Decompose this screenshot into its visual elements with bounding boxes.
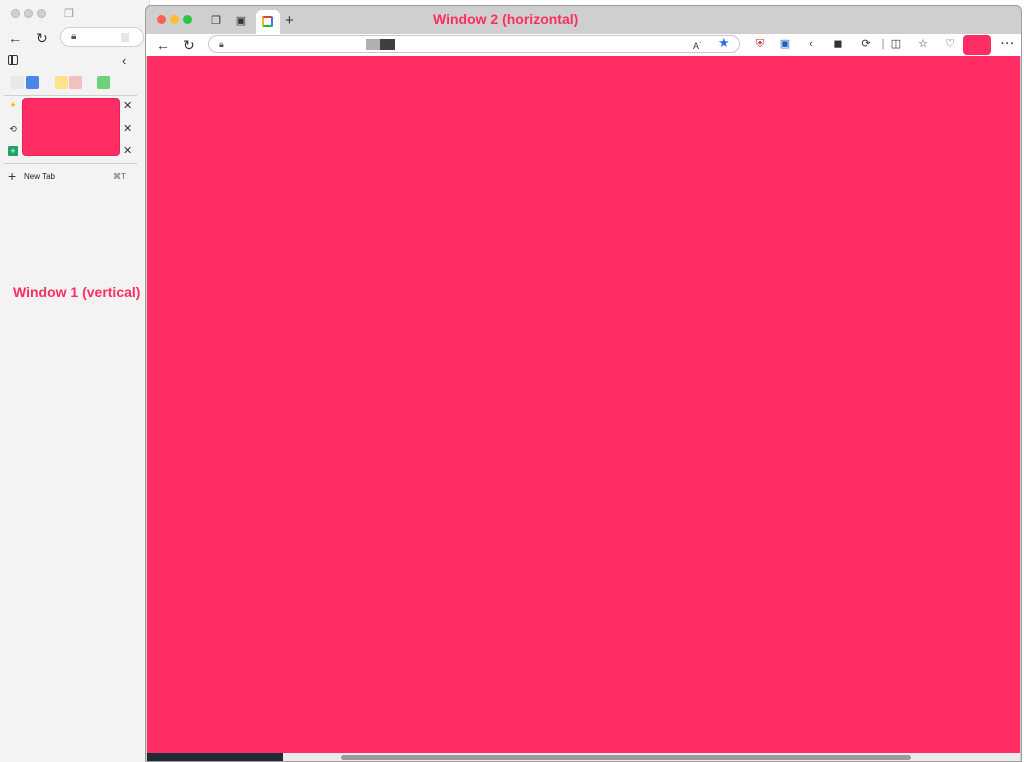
workspaces-icon[interactable]: ❒ bbox=[64, 8, 76, 20]
browser-window-horizontal-tabs: ❒ ▣ + ← ↻ 🔒︎ Aᐧ ★ ⛨ ▣ ‹ ◼ ⟳ | ◫ ☆ ♡ ··· bbox=[145, 5, 1022, 762]
new-tab-button[interactable]: + bbox=[285, 13, 294, 28]
minimize-window-button[interactable] bbox=[170, 15, 179, 24]
url-redacted bbox=[366, 39, 380, 50]
page-content bbox=[147, 56, 1020, 753]
lock-icon: 🔒︎ bbox=[71, 31, 77, 42]
back-icon[interactable]: ← bbox=[156, 37, 170, 53]
toolbar: ← ↻ 🔒︎ Aᐧ ★ ⛨ ▣ ‹ ◼ ⟳ | ◫ ☆ ♡ ··· bbox=[146, 34, 1021, 56]
active-tab[interactable] bbox=[256, 10, 280, 34]
close-tab-icon[interactable]: ✕ bbox=[123, 101, 132, 112]
toolbar-divider: | bbox=[881, 38, 885, 50]
zoom-window-button[interactable] bbox=[37, 9, 46, 18]
divider bbox=[4, 95, 137, 96]
lock-icon: 🔒︎ bbox=[219, 39, 224, 49]
browser-window-vertical-tabs: ❒ ← ↻ 🔒︎ ‹ ✦ ✕ ⟲ ✕ + ✕ + New Tab ⌘T bbox=[0, 0, 150, 762]
window2-annotation: Window 2 (horizontal) bbox=[433, 11, 579, 27]
new-tab-button[interactable]: New Tab bbox=[24, 172, 55, 181]
pinned-tab-1[interactable] bbox=[11, 76, 24, 89]
close-tab-icon[interactable]: ✕ bbox=[123, 124, 132, 135]
pinned-tab-2[interactable] bbox=[26, 76, 39, 89]
tab-favicon-icon bbox=[262, 16, 273, 27]
url-redacted bbox=[121, 33, 129, 42]
back-icon[interactable]: ← bbox=[8, 30, 22, 46]
close-tab-icon[interactable]: ✕ bbox=[123, 146, 132, 157]
favorites-icon[interactable]: ☆ bbox=[917, 38, 929, 50]
arrow-icon[interactable]: ‹ bbox=[805, 38, 817, 50]
plus-icon[interactable]: + bbox=[8, 169, 16, 183]
divider bbox=[4, 163, 137, 164]
scrollbar-thumb[interactable] bbox=[341, 755, 911, 760]
active-tab-thumbnail[interactable] bbox=[22, 98, 120, 156]
pinned-tab-5[interactable] bbox=[97, 76, 110, 89]
minimize-window-button[interactable] bbox=[24, 9, 33, 18]
screen: ❒ ← ↻ 🔒︎ ‹ ✦ ✕ ⟲ ✕ + ✕ + New Tab ⌘T Wind… bbox=[0, 0, 1024, 762]
heart-pulse-icon[interactable]: ♡ bbox=[944, 38, 956, 50]
vertical-tabs-icon[interactable]: ▣ bbox=[235, 15, 247, 27]
address-bar[interactable]: 🔒︎ bbox=[60, 27, 144, 47]
close-window-button[interactable] bbox=[157, 15, 166, 24]
shield-extension-icon[interactable]: ⛨ bbox=[754, 38, 766, 50]
pinned-tab-3[interactable] bbox=[55, 76, 68, 89]
new-tab-shortcut: ⌘T bbox=[113, 172, 126, 181]
window1-annotation: Window 1 (vertical) bbox=[13, 284, 141, 300]
profile-avatar[interactable] bbox=[963, 35, 991, 55]
badge-extension-icon[interactable]: ◼ bbox=[832, 38, 844, 50]
split-screen-icon[interactable]: ◫ bbox=[890, 38, 902, 50]
sparkle-icon: ✦ bbox=[9, 100, 17, 110]
favorite-star-icon[interactable]: ★ bbox=[718, 35, 730, 51]
pinned-tab-4[interactable] bbox=[69, 76, 82, 89]
more-options-icon[interactable]: ··· bbox=[1001, 38, 1015, 50]
refresh-icon[interactable]: ↻ bbox=[36, 30, 48, 46]
url-redacted bbox=[380, 39, 395, 50]
tab-panel-icon[interactable] bbox=[8, 55, 18, 65]
read-aloud-icon[interactable]: Aᐧ bbox=[693, 38, 701, 51]
scroll-region bbox=[147, 753, 283, 761]
history-icon: ⟲ bbox=[9, 124, 17, 134]
sheets-icon: + bbox=[8, 146, 18, 156]
zoom-window-button[interactable] bbox=[183, 15, 192, 24]
address-bar[interactable]: 🔒︎ bbox=[208, 35, 740, 53]
close-window-button[interactable] bbox=[11, 9, 20, 18]
workspaces-icon[interactable]: ❒ bbox=[210, 15, 222, 27]
horizontal-scrollbar[interactable] bbox=[147, 753, 1020, 761]
bitwarden-icon[interactable]: ▣ bbox=[779, 38, 791, 50]
refresh-icon[interactable]: ↻ bbox=[183, 37, 195, 53]
collapse-panel-icon[interactable]: ‹ bbox=[122, 53, 126, 68]
refresh-extension-icon[interactable]: ⟳ bbox=[860, 38, 872, 50]
